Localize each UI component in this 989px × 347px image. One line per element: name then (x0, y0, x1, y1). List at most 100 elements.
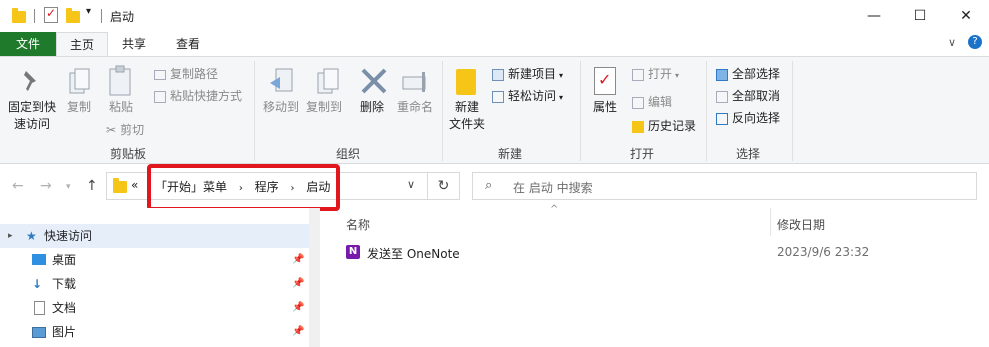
edit-label: 编辑 (648, 95, 673, 109)
pictures-icon (32, 327, 46, 338)
select-all-icon (716, 68, 728, 81)
column-header-date[interactable]: 修改日期 (777, 216, 825, 233)
select-all-button[interactable]: 全部选择 (716, 65, 780, 83)
column-header-name[interactable]: 名称 (346, 216, 370, 233)
new-folder-label-line2: 文件夹 (448, 117, 485, 131)
copy-button[interactable]: 复制 (62, 99, 96, 116)
copy-path-icon (154, 69, 166, 80)
easy-access-button[interactable]: 轻松访问 ▾ (492, 87, 563, 107)
table-row[interactable]: N 发送至 OneNote 2023/9/6 23:32 (320, 240, 989, 264)
new-item-button[interactable]: 新建项目 ▾ (492, 65, 563, 85)
select-group-label: 选择 (735, 147, 760, 161)
paste-icon (108, 65, 134, 97)
file-name: 发送至 OneNote (367, 247, 460, 261)
invert-selection-label: 反向选择 (732, 111, 781, 125)
cut-button[interactable]: ✂ 剪切 (106, 121, 144, 139)
search-box[interactable]: ⌕ 在 启动 中搜索 (472, 172, 977, 200)
select-none-label: 全部取消 (732, 89, 781, 103)
new-folder-quick-icon[interactable] (66, 8, 80, 23)
nav-quick-access[interactable]: ▸ ★ 快速访问 (0, 224, 309, 248)
open-group-label: 打开 (629, 147, 654, 161)
minimize-button[interactable]: — (851, 0, 897, 32)
rename-button[interactable]: 重命名 (394, 99, 436, 116)
edit-icon (632, 96, 644, 109)
nav-quick-access-label: 快速访问 (44, 229, 93, 243)
history-label: 历史记录 (648, 119, 697, 133)
new-item-label: 新建项目 (508, 67, 557, 81)
nav-item-pictures-label: 图片 (52, 325, 77, 339)
collapse-ribbon-icon[interactable]: ∨ (948, 36, 956, 49)
rename-icon (402, 71, 430, 93)
pin-icon[interactable]: 📌 (292, 272, 304, 296)
expand-chevron-icon[interactable]: ▸ (8, 224, 13, 248)
close-button[interactable]: ✕ (943, 0, 989, 32)
tab-home[interactable]: 主页 (56, 32, 108, 56)
tab-file[interactable]: 文件 (0, 32, 56, 56)
properties-quick-icon[interactable]: ✓ (44, 6, 58, 23)
invert-selection-icon (716, 112, 728, 125)
nav-item-downloads-label: 下载 (52, 277, 77, 291)
divider (101, 9, 102, 23)
customize-quick-access-icon[interactable]: ▾ (86, 6, 91, 17)
group-divider (792, 61, 793, 161)
pin-label-line1: 固定到快 (7, 100, 56, 114)
recent-locations-icon[interactable]: ▾ (66, 182, 71, 192)
refresh-icon[interactable]: ↻ (428, 172, 460, 200)
back-arrow-icon[interactable]: ← (12, 178, 24, 194)
copy-icon (68, 67, 92, 97)
move-to-icon (268, 67, 296, 97)
folder-icon (113, 178, 127, 193)
nav-item-desktop[interactable]: 桌面 📌 (0, 248, 309, 272)
title-bar: ✓ ▾ 启动 — ☐ ✕ (0, 0, 989, 32)
invert-selection-button[interactable]: 反向选择 (716, 109, 780, 127)
open-button[interactable]: 打开 ▾ (632, 65, 679, 85)
open-icon (632, 68, 644, 81)
tab-share[interactable]: 共享 (108, 32, 160, 56)
breadcrumb-overflow[interactable]: « (131, 178, 138, 192)
history-button[interactable]: 历史记录 (632, 117, 696, 135)
tab-view[interactable]: 查看 (160, 32, 216, 56)
move-to-button[interactable]: 移动到 (260, 99, 302, 116)
navigation-pane: ▸ ★ 快速访问 桌面 📌 ↓ 下载 📌 文档 📌 图片 📌 (0, 208, 320, 347)
paste-shortcut-button[interactable]: 粘贴快捷方式 (154, 87, 242, 105)
group-divider (442, 61, 443, 161)
help-icon[interactable]: ? (968, 35, 982, 49)
new-folder-icon (456, 69, 476, 95)
delete-button[interactable]: 删除 (356, 99, 388, 116)
forward-arrow-icon[interactable]: → (40, 178, 52, 194)
dropdown-icon: ▾ (675, 71, 680, 80)
select-none-icon (716, 90, 728, 103)
group-divider (580, 61, 581, 161)
select-none-button[interactable]: 全部取消 (716, 87, 780, 105)
new-item-icon (492, 68, 504, 81)
nav-scrollbar[interactable] (309, 208, 320, 347)
clipboard-group-label: 剪贴板 (109, 147, 146, 161)
copy-path-label: 复制路径 (170, 67, 219, 81)
up-arrow-icon[interactable]: ↑ (86, 178, 98, 194)
nav-item-documents[interactable]: 文档 📌 (0, 296, 309, 320)
pin-icon[interactable]: 📌 (292, 248, 304, 272)
new-folder-label-line1: 新建 (454, 100, 479, 114)
pin-icon[interactable]: 📌 (292, 296, 304, 320)
address-history-chevron-icon[interactable]: ∨ (407, 178, 415, 191)
paste-shortcut-label: 粘贴快捷方式 (170, 89, 243, 103)
search-placeholder: 在 启动 中搜索 (513, 181, 593, 195)
pin-label-line2: 速访问 (13, 117, 50, 131)
maximize-button[interactable]: ☐ (897, 0, 943, 32)
nav-item-downloads[interactable]: ↓ 下载 📌 (0, 272, 309, 296)
nav-item-pictures[interactable]: 图片 📌 (0, 320, 309, 344)
paste-button[interactable]: 粘贴 (104, 99, 138, 116)
ribbon: 固定到快 速访问 复制 粘贴 复制路径 粘贴快捷方式 ✂ 剪切 剪贴板 移动到 复… (0, 56, 989, 164)
pin-to-quick-access-button[interactable]: 固定到快 速访问 (4, 99, 60, 133)
nav-item-documents-label: 文档 (52, 301, 77, 315)
search-icon: ⌕ (485, 178, 493, 193)
copy-to-button[interactable]: 复制到 (304, 99, 344, 116)
column-divider[interactable] (770, 208, 771, 236)
folder-icon (12, 8, 26, 23)
edit-button[interactable]: 编辑 (632, 93, 672, 111)
ribbon-tabs: 文件 主页 共享 查看 ∨ ? (0, 32, 989, 56)
copy-path-button[interactable]: 复制路径 (154, 65, 218, 83)
properties-button[interactable]: 属性 (588, 99, 622, 116)
pin-icon[interactable]: 📌 (292, 320, 304, 344)
new-folder-button[interactable]: 新建 文件夹 (446, 99, 488, 133)
